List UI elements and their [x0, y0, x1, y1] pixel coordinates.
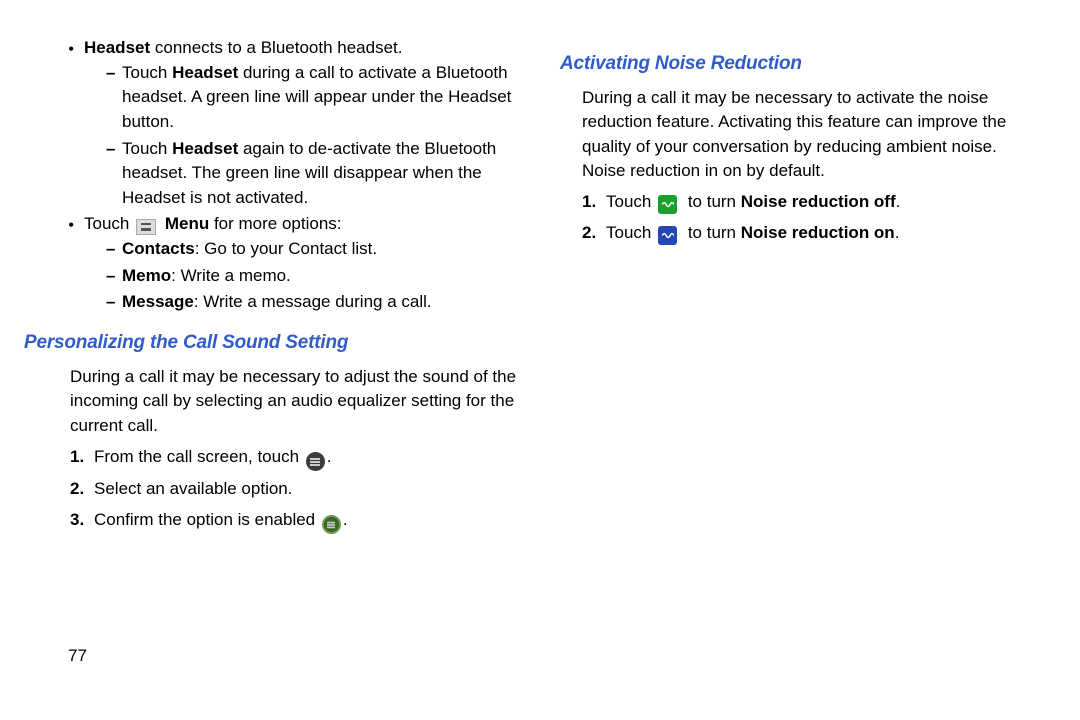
step-prefix: Touch: [606, 192, 656, 211]
noise-step-2: 2. Touch to turn Noise reduction on.: [582, 221, 1032, 246]
noise-reduction-on-icon: [658, 226, 677, 245]
menu-memo: Memo: Write a memo.: [106, 264, 520, 289]
step-post: .: [896, 192, 901, 211]
step-bold: Noise reduction on: [741, 223, 895, 242]
section-heading-noise: Activating Noise Reduction: [560, 50, 1032, 78]
sub-bold: Headset: [172, 139, 238, 158]
headset-label: Headset: [84, 38, 150, 57]
menu-bold: Menu: [165, 214, 209, 233]
sub-bold: Message: [122, 292, 194, 311]
feature-bullet-list: Headset connects to a Bluetooth headset.…: [48, 36, 520, 315]
menu-sublist: Contacts: Go to your Contact list. Memo:…: [84, 237, 520, 315]
headset-sublist: Touch Headset during a call to activate …: [84, 61, 520, 211]
step-mid: to turn: [683, 223, 741, 242]
sub-suffix: : Write a message during a call.: [194, 292, 432, 311]
step-prefix: Confirm the option is enabled: [94, 510, 320, 529]
personalizing-steps: 1. From the call screen, touch . 2. Sele…: [48, 445, 520, 535]
step-3: 3. Confirm the option is enabled .: [70, 508, 520, 535]
sub-bold: Memo: [122, 266, 171, 285]
menu-contacts: Contacts: Go to your Contact list.: [106, 237, 520, 262]
menu-prefix: Touch: [84, 214, 134, 233]
step-text: Select an available option.: [94, 479, 292, 498]
step-2: 2. Select an available option.: [70, 477, 520, 502]
step-1: 1. From the call screen, touch .: [70, 445, 520, 472]
right-column: Activating Noise Reduction During a call…: [560, 36, 1032, 669]
step-num: 1.: [582, 190, 596, 215]
headset-tail: connects to a Bluetooth headset.: [150, 38, 402, 57]
step-prefix: From the call screen, touch: [94, 447, 304, 466]
menu-bullet: Touch Menu for more options: Contacts: G…: [68, 212, 520, 315]
headset-bullet: Headset connects to a Bluetooth headset.…: [68, 36, 520, 210]
headset-sub-deactivate: Touch Headset again to de-activate the B…: [106, 137, 520, 211]
step-num: 2.: [70, 477, 84, 502]
menu-icon: [136, 219, 156, 235]
page-number: 77: [48, 644, 520, 669]
menu-message: Message: Write a message during a call.: [106, 290, 520, 315]
step-bold: Noise reduction off: [741, 192, 896, 211]
sub-suffix: : Write a memo.: [171, 266, 291, 285]
step-num: 1.: [70, 445, 84, 470]
sub-bold: Headset: [172, 63, 238, 82]
step-mid: to turn: [683, 192, 741, 211]
sub-bold: Contacts: [122, 239, 195, 258]
sub-suffix: : Go to your Contact list.: [195, 239, 377, 258]
menu-suffix: for more options:: [209, 214, 341, 233]
headset-sub-activate: Touch Headset during a call to activate …: [106, 61, 520, 135]
section-heading-personalizing: Personalizing the Call Sound Setting: [24, 329, 520, 357]
personalizing-intro: During a call it may be necessary to adj…: [48, 365, 520, 439]
equalizer-icon: [306, 452, 325, 471]
equalizer-enabled-icon: [322, 515, 341, 534]
step-post: .: [895, 223, 900, 242]
step-post: .: [327, 447, 332, 466]
sub-prefix: Touch: [122, 139, 172, 158]
noise-step-1: 1. Touch to turn Noise reduction off.: [582, 190, 1032, 215]
step-post: .: [343, 510, 348, 529]
left-column: Headset connects to a Bluetooth headset.…: [48, 36, 520, 669]
step-prefix: Touch: [606, 223, 656, 242]
sub-prefix: Touch: [122, 63, 172, 82]
noise-steps: 1. Touch to turn Noise reduction off. 2.…: [560, 190, 1032, 245]
step-num: 3.: [70, 508, 84, 533]
noise-reduction-off-icon: [658, 195, 677, 214]
manual-page: Headset connects to a Bluetooth headset.…: [0, 0, 1080, 693]
step-num: 2.: [582, 221, 596, 246]
noise-intro: During a call it may be necessary to act…: [560, 86, 1032, 185]
